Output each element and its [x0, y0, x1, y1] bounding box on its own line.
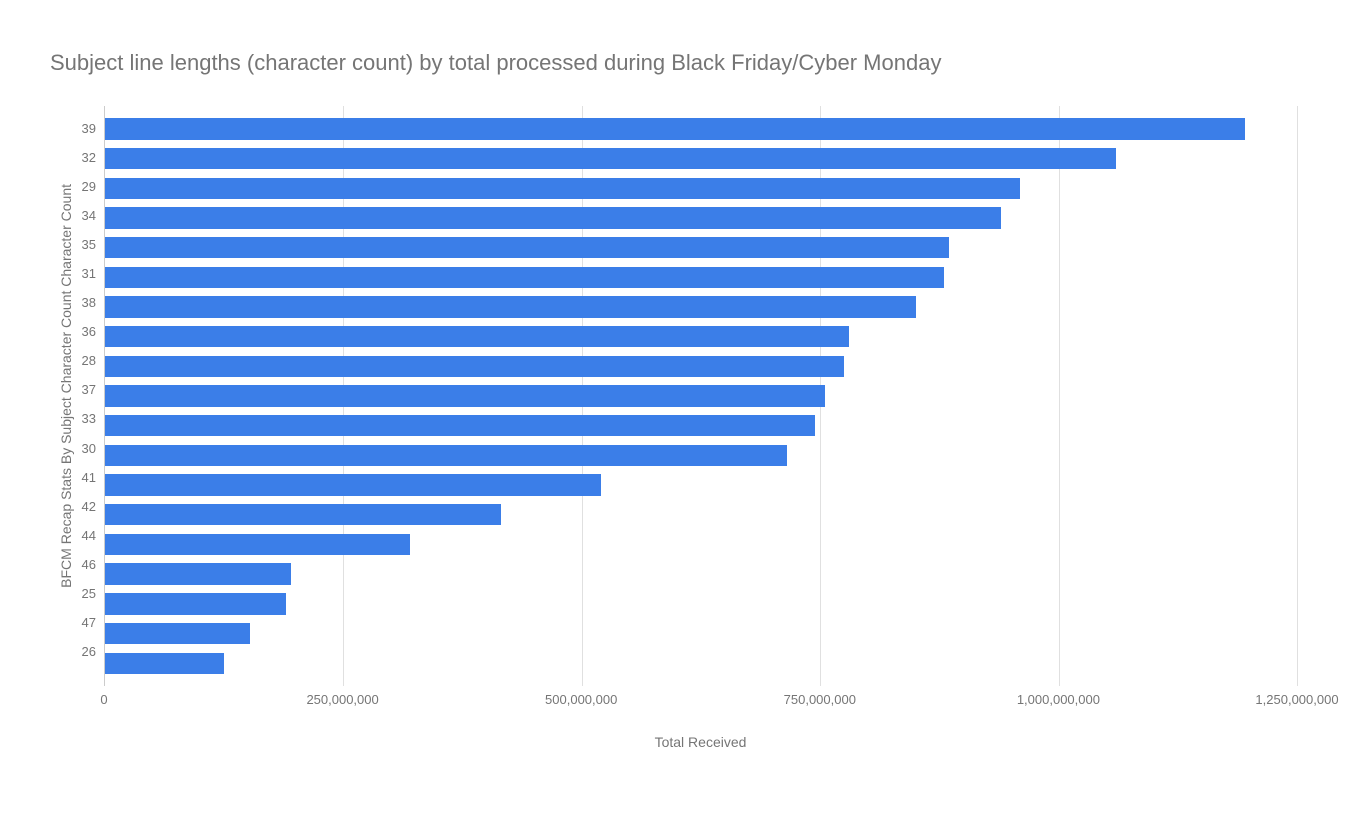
bar: [105, 474, 601, 495]
bar-row: [105, 292, 1297, 322]
y-tick-label: 31: [74, 259, 104, 288]
bar-row: [105, 441, 1297, 471]
x-tick-label: 1,000,000,000: [1017, 692, 1100, 707]
bars-stack: [105, 106, 1297, 686]
y-axis-label: BFCM Recap Stats By Subject Character Co…: [50, 184, 74, 588]
bars-region: [104, 106, 1297, 686]
y-tick-label: 28: [74, 346, 104, 375]
bar-row: [105, 173, 1297, 203]
y-tick-label: 29: [74, 172, 104, 201]
bar-row: [105, 559, 1297, 589]
y-tick-label: 41: [74, 463, 104, 492]
bar: [105, 623, 250, 644]
y-tick-label: 39: [74, 114, 104, 143]
y-tick-label: 36: [74, 317, 104, 346]
bar: [105, 445, 787, 466]
y-tick-label: 32: [74, 143, 104, 172]
bar-row: [105, 381, 1297, 411]
y-tick-label: 47: [74, 608, 104, 637]
x-tick-label: 1,250,000,000: [1255, 692, 1338, 707]
x-tick-label: 250,000,000: [306, 692, 378, 707]
y-tick-label: 30: [74, 434, 104, 463]
x-axis-label: Total Received: [655, 734, 747, 750]
bar-row: [105, 589, 1297, 619]
bars-and-x-axis: Total Received 0250,000,000500,000,00075…: [104, 106, 1297, 726]
bar: [105, 534, 410, 555]
bar: [105, 148, 1116, 169]
bar: [105, 653, 224, 674]
bar: [105, 118, 1245, 139]
y-tick-label: 35: [74, 230, 104, 259]
bar: [105, 356, 844, 377]
bar: [105, 385, 825, 406]
bar-row: [105, 500, 1297, 530]
chart-container: Subject line lengths (character count) b…: [0, 0, 1348, 834]
bar-row: [105, 648, 1297, 678]
bar: [105, 326, 849, 347]
y-tick-label: 26: [74, 637, 104, 666]
bar-row: [105, 262, 1297, 292]
bar-row: [105, 114, 1297, 144]
y-tick-label: 34: [74, 201, 104, 230]
bar: [105, 296, 916, 317]
bar-row: [105, 233, 1297, 263]
chart-right-border: [1297, 106, 1298, 666]
bar: [105, 267, 944, 288]
bar-row: [105, 352, 1297, 382]
bar-row: [105, 322, 1297, 352]
bar: [105, 504, 501, 525]
plot-area: BFCM Recap Stats By Subject Character Co…: [50, 106, 1298, 726]
y-tick-label: 33: [74, 404, 104, 433]
y-tick-label: 25: [74, 579, 104, 608]
x-tick-label: 0: [100, 692, 107, 707]
bar-row: [105, 470, 1297, 500]
x-tick-label: 750,000,000: [784, 692, 856, 707]
bar: [105, 207, 1001, 228]
bar-row: [105, 530, 1297, 560]
bar: [105, 563, 291, 584]
chart-title: Subject line lengths (character count) b…: [50, 50, 1298, 76]
bar: [105, 415, 815, 436]
bar: [105, 178, 1020, 199]
x-axis: Total Received 0250,000,000500,000,00075…: [104, 686, 1297, 726]
bar-row: [105, 203, 1297, 233]
bar-row: [105, 619, 1297, 649]
bar: [105, 593, 286, 614]
y-tick-label: 42: [74, 492, 104, 521]
y-tick-label: 44: [74, 521, 104, 550]
bar: [105, 237, 949, 258]
bar-row: [105, 411, 1297, 441]
y-tick-label: 38: [74, 288, 104, 317]
y-tick-label: 46: [74, 550, 104, 579]
y-axis-ticks: 39322934353138362837333041424446254726: [74, 106, 104, 726]
y-tick-label: 37: [74, 375, 104, 404]
x-tick-label: 500,000,000: [545, 692, 617, 707]
bar-row: [105, 144, 1297, 174]
